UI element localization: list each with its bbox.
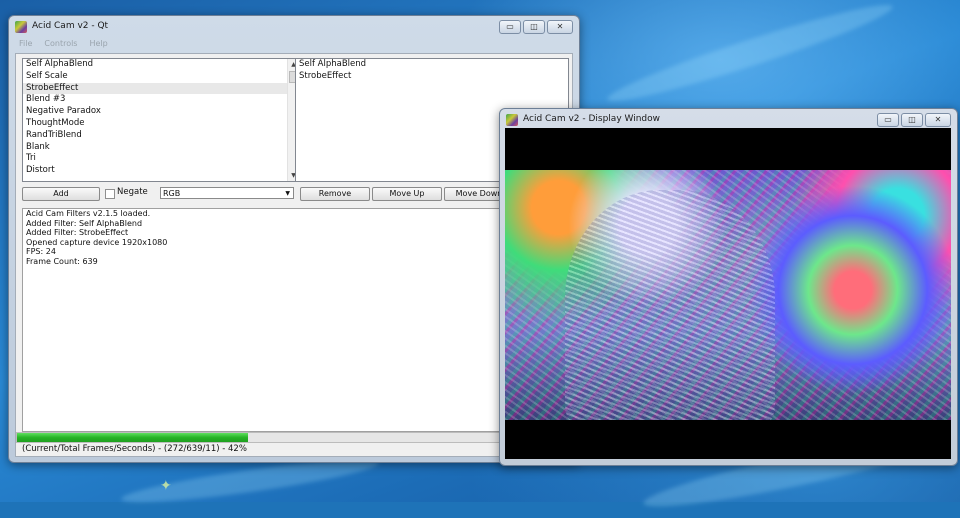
app-icon (506, 114, 518, 126)
color-mode-select[interactable]: RGB ▼ (160, 187, 294, 199)
menu-bar: File Controls Help (15, 39, 573, 51)
log-line: Added Filter: StrobeEffect (26, 228, 129, 238)
negate-checkbox[interactable] (105, 189, 115, 199)
app-icon (15, 21, 27, 33)
filter-list-item[interactable]: Self AlphaBlend (23, 59, 299, 71)
filter-list-item[interactable]: Negative Paradox (23, 106, 299, 118)
video-display-area[interactable] (505, 128, 951, 459)
filter-list-item[interactable]: Self Scale (23, 71, 299, 83)
log-output[interactable]: Acid Cam Filters v2.1.5 loaded. Added Fi… (22, 208, 569, 432)
filter-list-item[interactable]: Distort (23, 165, 299, 177)
filter-list-item[interactable]: Blend #3 (23, 94, 299, 106)
filter-list-item-selected[interactable]: StrobeEffect (23, 82, 299, 95)
frame-progress-bar (16, 432, 568, 443)
log-line: Added Filter: Self AlphaBlend (26, 218, 143, 228)
main-window-titlebar[interactable]: Acid Cam v2 - Qt ▭ ◫ ✕ (9, 16, 579, 38)
video-frame (505, 170, 951, 420)
close-button[interactable]: ✕ (547, 20, 573, 34)
filter-list-item[interactable]: Tri (23, 153, 299, 165)
menu-file[interactable]: File (19, 39, 32, 51)
display-window-title: Acid Cam v2 - Display Window (523, 114, 660, 124)
move-up-button[interactable]: Move Up (372, 187, 442, 201)
maximize-button[interactable]: ◫ (523, 20, 545, 34)
progress-fill (17, 433, 248, 442)
close-button[interactable]: ✕ (925, 113, 951, 127)
color-mode-value: RGB (163, 189, 181, 198)
log-line: FPS: 24 (26, 247, 56, 257)
main-client-area: Self AlphaBlend Self Scale StrobeEffect … (15, 53, 573, 457)
maximize-button[interactable]: ◫ (901, 113, 923, 127)
log-line: Frame Count: 639 (26, 256, 98, 266)
negate-label: Negate (117, 187, 148, 197)
wallpaper-sparkle: ✦ (160, 478, 172, 494)
active-filter-item[interactable]: StrobeEffect (296, 71, 568, 83)
menu-help[interactable]: Help (89, 39, 107, 51)
chevron-down-icon: ▼ (285, 190, 290, 197)
wallpaper-streak (603, 0, 897, 112)
display-window: Acid Cam v2 - Display Window ▭ ◫ ✕ (499, 108, 958, 466)
minimize-button[interactable]: ▭ (499, 20, 521, 34)
status-text: (Current/Total Frames/Seconds) - (272/63… (22, 444, 247, 454)
log-line: Opened capture device 1920x1080 (26, 237, 168, 247)
filter-list-item[interactable]: RandTriBlend (23, 130, 299, 142)
log-line: Acid Cam Filters v2.1.5 loaded. (26, 209, 151, 218)
remove-button[interactable]: Remove (300, 187, 370, 201)
filter-list-item[interactable]: Blank (23, 142, 299, 154)
active-filter-item[interactable]: Self AlphaBlend (296, 59, 568, 71)
add-button[interactable]: Add (22, 187, 100, 201)
filter-list[interactable]: Self AlphaBlend Self Scale StrobeEffect … (22, 58, 300, 182)
filter-list-item[interactable]: ThoughtMode (23, 118, 299, 130)
main-window: Acid Cam v2 - Qt ▭ ◫ ✕ File Controls Hel… (8, 15, 580, 463)
menu-controls[interactable]: Controls (44, 39, 77, 51)
minimize-button[interactable]: ▭ (877, 113, 899, 127)
video-frame-subject (565, 190, 775, 420)
main-window-title: Acid Cam v2 - Qt (32, 21, 109, 31)
